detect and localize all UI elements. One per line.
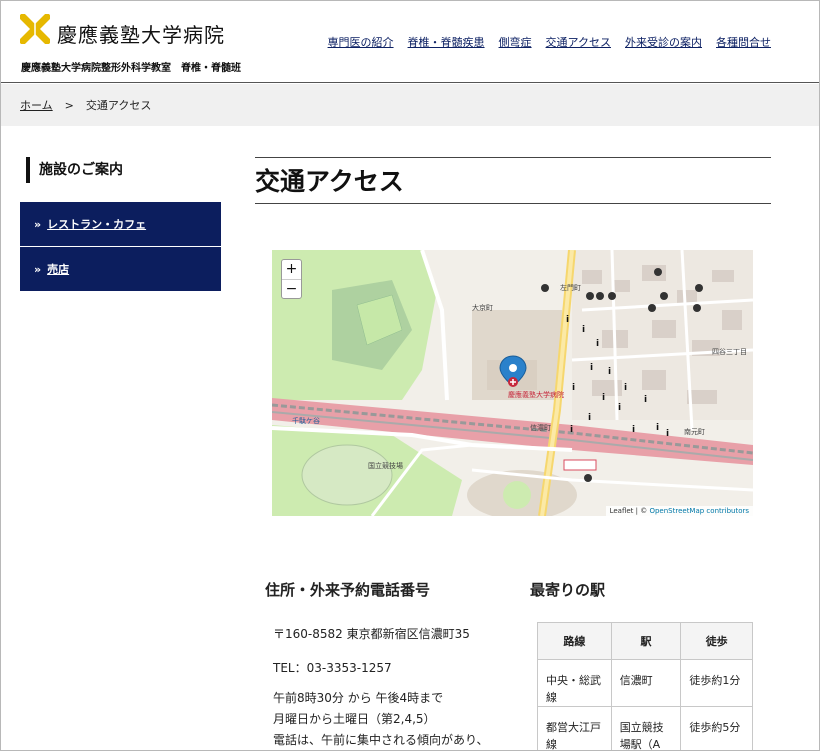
station-heading: 最寄りの駅 — [530, 581, 606, 599]
svg-text:i: i — [618, 403, 621, 413]
sidebar-item-shop[interactable]: » 売店 — [20, 247, 221, 291]
svg-text:i: i — [608, 367, 611, 377]
nav-scoliosis[interactable]: 側弯症 — [499, 34, 532, 50]
site-header: 慶應義塾大学病院 慶應義塾大学病院整形外科学教室 脊椎・脊髄班 専門医の紹介 脊… — [1, 1, 819, 83]
map-label-sendagaya: 千駄ケ谷 — [292, 416, 320, 425]
nav-access[interactable]: 交通アクセス — [546, 34, 611, 50]
svg-text:i: i — [644, 395, 647, 405]
double-chevron-right-icon: » — [34, 262, 41, 276]
column-header-station: 駅 — [610, 622, 682, 660]
table-row: 都営大江戸線 国立競技場駅（A 徒歩約5分 — [537, 706, 753, 750]
cell-line: 都営大江戸線 — [537, 706, 612, 750]
column-header-walk: 徒歩 — [680, 622, 753, 660]
keio-pen-logo-icon[interactable] — [20, 14, 50, 44]
sidebar-title: 施設のご案内 — [26, 157, 123, 183]
department-subtitle: 慶應義塾大学病院整形外科学教室 脊椎・脊髄班 — [21, 63, 241, 74]
table-header-row: 路線 駅 徒歩 — [537, 622, 753, 660]
svg-text:i: i — [566, 315, 569, 325]
zoom-out-button[interactable]: − — [282, 279, 301, 298]
svg-text:i: i — [590, 363, 593, 373]
map-label-hospital: 慶應義塾大学病院 — [508, 390, 564, 399]
cell-line: 中央・総武線 — [537, 659, 612, 707]
reception-days: 月曜日から土曜日（第2,4,5） — [273, 712, 436, 726]
svg-text:i: i — [666, 429, 669, 439]
svg-text:i: i — [582, 325, 585, 335]
breadcrumb-separator: > — [64, 98, 74, 112]
zoom-in-button[interactable]: + — [282, 260, 301, 279]
sidebar-item-restaurant-cafe[interactable]: » レストラン・カフェ — [20, 202, 221, 246]
svg-text:i: i — [656, 423, 659, 433]
map-label-shinanomachi: 信濃町 — [530, 423, 551, 432]
map-label-minamimoto: 南元町 — [684, 427, 705, 436]
sidebar-item-label: 売店 — [47, 263, 70, 276]
map-label-samoncho: 左門町 — [560, 283, 581, 292]
nav-spine-diseases[interactable]: 脊椎・脊髄疾患 — [408, 34, 485, 50]
breadcrumb-current: 交通アクセス — [85, 99, 152, 112]
phone-note: 電話は、午前に集中される傾向があり、 — [273, 733, 489, 747]
attribution-osm-link[interactable]: OpenStreetMap contributors — [649, 507, 749, 515]
svg-text:i: i — [632, 425, 635, 435]
cell-walk: 徒歩約5分 — [680, 706, 753, 750]
svg-text:i: i — [602, 393, 605, 403]
nav-contact[interactable]: 各種問合せ — [716, 34, 771, 50]
postal-address: 〒160-8582 東京都新宿区信濃町35 — [273, 627, 470, 641]
map-label-kokuritsu: 国立競技場 — [368, 461, 403, 470]
cell-walk: 徒歩約1分 — [680, 659, 753, 707]
svg-text:i: i — [572, 383, 575, 393]
nav-outpatient[interactable]: 外来受診の案内 — [625, 34, 702, 50]
reception-hours: 午前8時30分 から 午後4時まで — [273, 691, 444, 705]
table-row: 中央・総武線 信濃町 徒歩約1分 — [537, 659, 753, 707]
svg-text:i: i — [596, 339, 599, 349]
phone-number: TEL：03-3353-1257 — [273, 661, 392, 675]
cell-station: 信濃町 — [610, 659, 682, 707]
hospital-logo-text[interactable]: 慶應義塾大学病院 — [57, 19, 225, 48]
sidebar-item-label: レストラン・カフェ — [47, 218, 147, 231]
svg-text:i: i — [624, 383, 627, 393]
breadcrumb: ホーム > 交通アクセス — [1, 84, 819, 126]
double-chevron-right-icon: » — [34, 217, 41, 231]
svg-text:i: i — [588, 413, 591, 423]
attribution-leaflet[interactable]: Leaflet | © — [610, 507, 650, 515]
column-header-line: 路線 — [537, 622, 612, 660]
cell-station: 国立競技場駅（A — [610, 706, 682, 750]
address-heading: 住所・外来予約電話番号 — [265, 581, 431, 599]
map-tiles[interactable]: iii i ii iii iii i ii 慶應義塾大学病院 信濃町 大京町 四谷三… — [272, 250, 753, 516]
global-nav: 専門医の紹介 脊椎・脊髄疾患 側弯症 交通アクセス 外来受診の案内 各種問合せ — [328, 34, 771, 50]
nav-specialists[interactable]: 専門医の紹介 — [328, 34, 394, 50]
map-label-yotsuya: 四谷三丁目 — [712, 347, 747, 356]
breadcrumb-home-link[interactable]: ホーム — [20, 97, 53, 113]
access-map[interactable]: iii iii iii iii iii 慶應義塾大学病院 信濃町 大京町 四谷三… — [272, 250, 753, 516]
map-zoom-control: + − — [281, 259, 302, 299]
page-frame: 慶應義塾大学病院 慶應義塾大学病院整形外科学教室 脊椎・脊髄班 専門医の紹介 脊… — [0, 0, 820, 751]
svg-text:i: i — [570, 425, 573, 435]
page-title: 交通アクセス — [255, 157, 771, 204]
station-table: 路線 駅 徒歩 中央・総武線 信濃町 徒歩約1分 都営大江戸線 国立競技場駅（A… — [537, 622, 753, 750]
map-attribution: Leaflet | © OpenStreetMap contributors — [605, 506, 753, 516]
map-label-daikyocho: 大京町 — [472, 303, 493, 312]
